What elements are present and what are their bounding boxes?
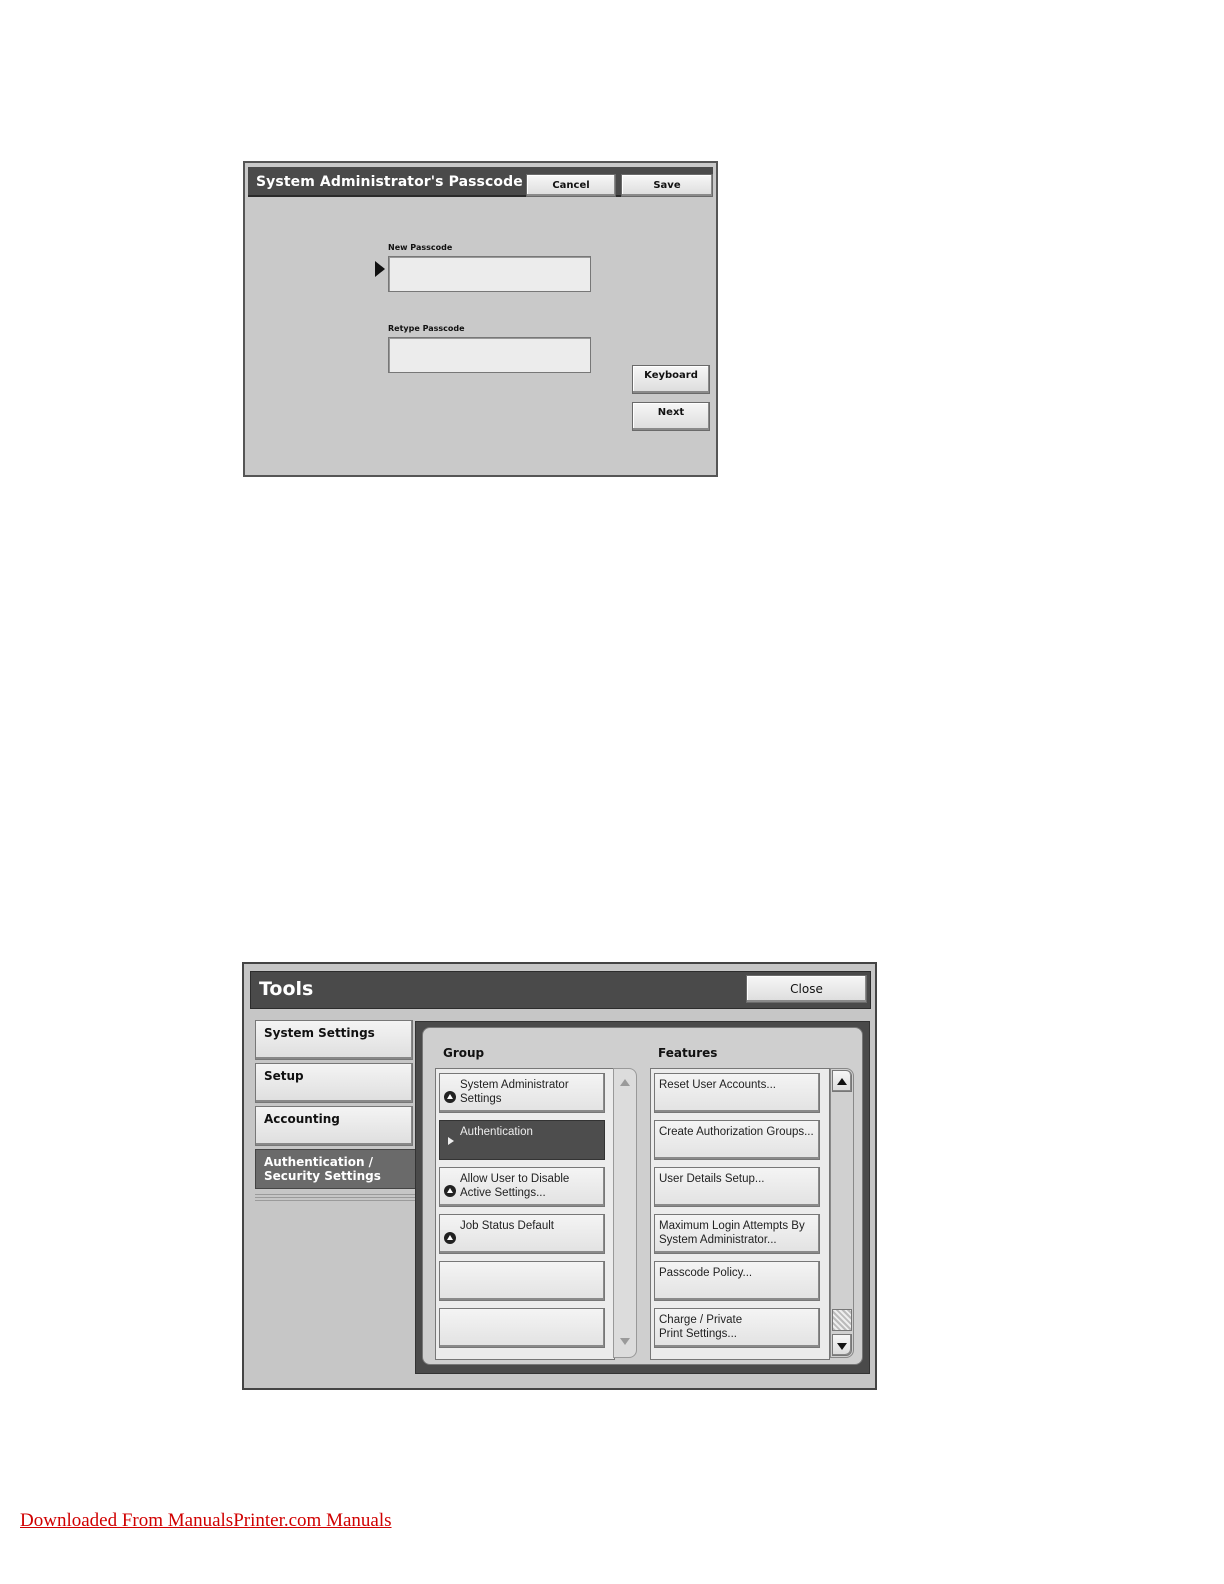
group-list: System Administrator Settings Authentica… [435,1068,615,1360]
tools-title: Tools [259,978,314,1000]
tab-authentication-security-settings[interactable]: Authentication / Security Settings [255,1149,417,1189]
feature-item-maximum-login-attempts[interactable]: Maximum Login Attempts By System Adminis… [654,1214,820,1254]
tab-label: System Settings [264,1026,375,1040]
group-heading: Group [443,1046,485,1060]
item-line1: Charge / Private [659,1314,743,1326]
scroll-up-button[interactable] [832,1070,852,1092]
item-line1: Create Authorization Groups... [659,1126,814,1138]
footer-download-link[interactable]: Downloaded From ManualsPrinter.com Manua… [20,1510,392,1532]
tab-label: Setup [264,1069,304,1083]
features-list: Reset User Accounts... Create Authorizat… [650,1068,830,1360]
tab-label-line2: Security Settings [264,1169,381,1183]
group-scrollbar[interactable] [613,1068,637,1358]
selected-arrow-icon [448,1137,454,1145]
item-line2: Print Settings... [659,1328,737,1340]
tools-title-bar: Tools Close [250,971,871,1009]
save-button[interactable]: Save [621,174,713,197]
tab-label: Accounting [264,1112,340,1126]
cancel-button[interactable]: Cancel [526,174,616,197]
item-line1: Authentication [460,1126,533,1138]
group-item-job-status-default[interactable]: Job Status Default [439,1214,605,1254]
group-item-system-administrator-settings[interactable]: System Administrator Settings [439,1073,605,1113]
feature-item-reset-user-accounts[interactable]: Reset User Accounts... [654,1073,820,1113]
tab-accounting[interactable]: Accounting [255,1106,413,1146]
item-line1: Maximum Login Attempts By [659,1220,805,1232]
feature-item-create-authorization-groups[interactable]: Create Authorization Groups... [654,1120,820,1160]
tab-system-settings[interactable]: System Settings [255,1020,413,1060]
item-line1: System Administrator [460,1079,569,1091]
tool-icon [444,1232,456,1244]
tools-screen: Tools Close System Settings Setup Accoun… [242,962,877,1390]
passcode-dialog-title: System Administrator's Passcode [256,174,523,190]
item-line2: Active Settings... [460,1187,546,1199]
group-item-empty [439,1261,605,1301]
keyboard-button[interactable]: Keyboard [632,365,710,394]
group-item-allow-user-to-disable[interactable]: Allow User to Disable Active Settings... [439,1167,605,1207]
settings-panel: Group Features System Administrator Sett… [415,1021,870,1374]
scroll-down-button[interactable] [832,1334,852,1356]
scroll-thumb[interactable] [832,1309,852,1331]
item-line1: Reset User Accounts... [659,1079,776,1091]
item-line1: Job Status Default [460,1220,554,1232]
field-pointer-icon [375,261,385,277]
item-line1: Passcode Policy... [659,1267,753,1279]
scroll-up-icon [837,1078,847,1085]
settings-panel-inner: Group Features System Administrator Sett… [422,1027,863,1365]
new-passcode-label: New Passcode [388,243,453,252]
close-button[interactable]: Close [746,975,867,1003]
item-line2: Settings [460,1093,502,1105]
sidebar-divider [255,1192,415,1202]
passcode-title-bar: System Administrator's Passcode Cancel S… [248,167,713,197]
feature-item-charge-private-print-settings[interactable]: Charge / Private Print Settings... [654,1308,820,1348]
item-line1: User Details Setup... [659,1173,765,1185]
next-button[interactable]: Next [632,402,710,431]
passcode-dialog: System Administrator's Passcode Cancel S… [243,161,718,477]
group-item-empty [439,1308,605,1348]
tool-icon [444,1185,456,1197]
tab-setup[interactable]: Setup [255,1063,413,1103]
retype-passcode-field[interactable] [388,337,591,373]
group-item-authentication[interactable]: Authentication [439,1120,605,1160]
features-heading: Features [658,1046,718,1060]
item-line2: System Administrator... [659,1234,777,1246]
scroll-up-icon [620,1079,630,1086]
new-passcode-field[interactable] [388,256,591,292]
item-line1: Allow User to Disable [460,1173,570,1185]
feature-item-user-details-setup[interactable]: User Details Setup... [654,1167,820,1207]
scroll-down-icon [837,1343,847,1350]
scroll-down-icon [620,1338,630,1345]
retype-passcode-label: Retype Passcode [388,324,465,333]
features-scrollbar[interactable] [830,1068,854,1358]
tab-label-line1: Authentication / [264,1155,374,1169]
tool-icon [444,1091,456,1103]
feature-item-passcode-policy[interactable]: Passcode Policy... [654,1261,820,1301]
